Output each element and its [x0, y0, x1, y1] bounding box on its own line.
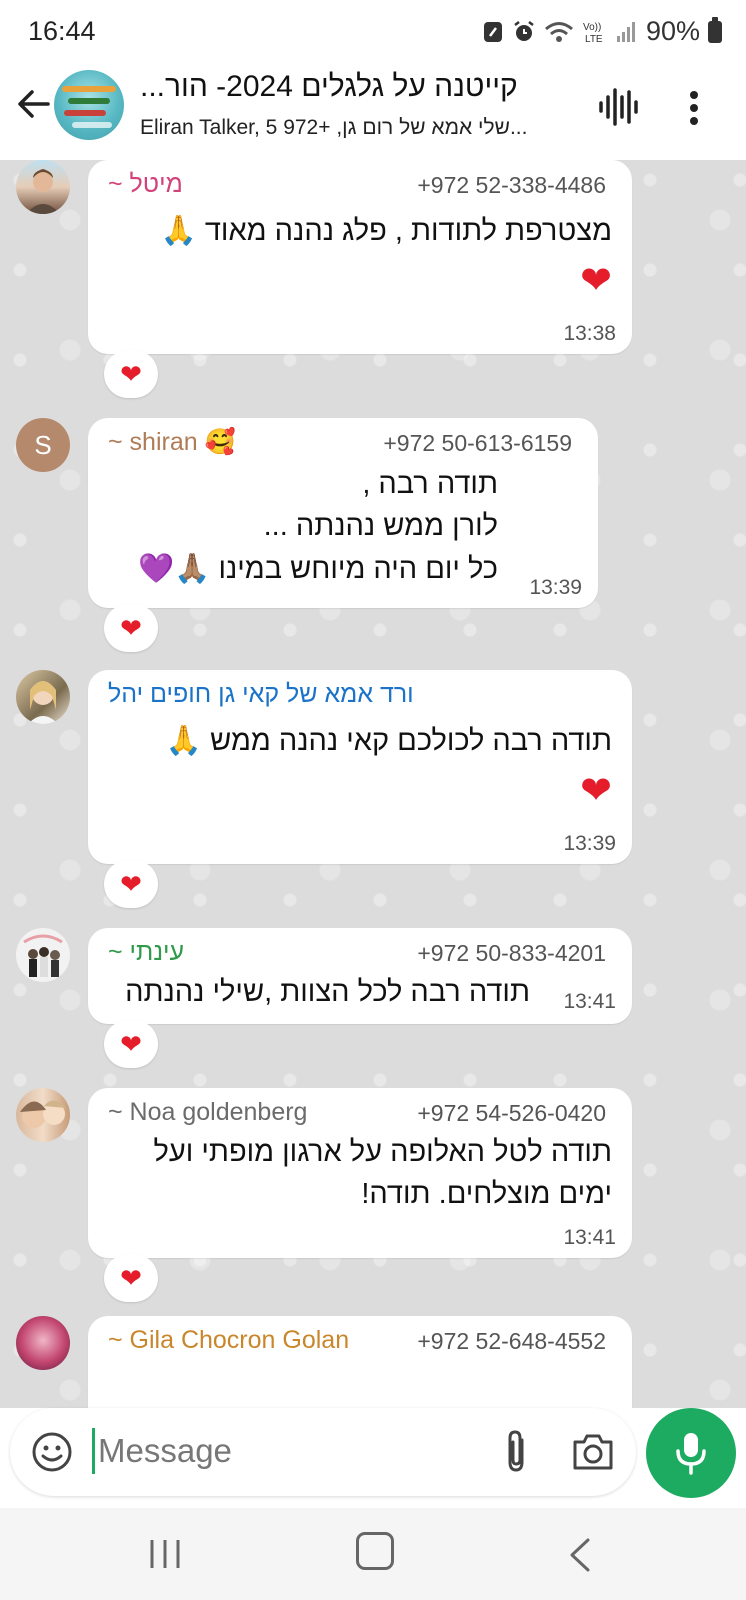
reaction-pill[interactable]: ❤ [104, 350, 158, 398]
avatar[interactable] [16, 1088, 70, 1142]
message-input[interactable]: Message [10, 1408, 636, 1496]
message-text: תודה לטל האלופה על ארגון מופתי ועל [153, 1136, 612, 1168]
recents-icon[interactable] [148, 1538, 182, 1570]
volte-icon: Vo))LTE [583, 22, 603, 44]
message-bubble[interactable]: ~ shiran 🥰 +972 50-613-6159 תודה רבה , ל… [88, 418, 598, 608]
svg-text:LTE: LTE [585, 34, 603, 44]
heart-reaction: ❤ [120, 613, 142, 643]
status-icons: Vo)) LTE 90% [482, 16, 722, 47]
heart-reaction: ❤ [120, 1029, 142, 1059]
avatar[interactable]: S [16, 418, 70, 472]
sender-phone: +972 54-526-0420 [417, 1100, 606, 1126]
sender-phone: +972 52-648-4552 [417, 1328, 606, 1354]
signal-icon [616, 21, 635, 42]
group-avatar[interactable] [54, 70, 124, 140]
avatar[interactable] [16, 160, 70, 214]
wifi-icon [544, 21, 573, 42]
reaction-pill[interactable]: ❤ [104, 1254, 158, 1302]
message-text: כל יום היה מיוחש במינו 🙏🏽💜 [138, 553, 498, 585]
message-bubble[interactable]: ~ Noa goldenberg +972 54-526-0420 תודה ל… [88, 1088, 632, 1258]
svg-text:Vo)): Vo)) [583, 22, 601, 33]
chat-area[interactable]: ~ מיטל +972 52-338-4486 מצטרפת לתודות , … [0, 160, 746, 1408]
sender-name[interactable]: ~ shiran 🥰 [108, 428, 236, 457]
sender-phone: +972 52-338-4486 [417, 172, 606, 198]
heart-reaction: ❤ [120, 869, 142, 899]
app-notification-icon [483, 21, 502, 42]
alarm-icon [514, 20, 534, 41]
message-time: 13:41 [563, 990, 616, 1013]
sender-name[interactable]: ורד אמא של קאי גן חופים יהל [108, 680, 414, 709]
more-options-icon[interactable] [684, 86, 704, 130]
reaction-pill[interactable]: ❤ [104, 860, 158, 908]
avatar[interactable] [16, 1316, 70, 1370]
microphone-icon [676, 1433, 706, 1475]
status-time: 16:44 [28, 16, 96, 46]
message-time: 13:41 [563, 1226, 616, 1249]
message-text: תודה רבה לכל הצוות ,שילי נהנתה [125, 976, 530, 1008]
message-bubble[interactable]: ~ Gila Chocron Golan +972 52-648-4552 [88, 1316, 632, 1408]
heart-reaction: ❤ [120, 1263, 142, 1293]
message-bubble[interactable]: ~ עינתי +972 50-833-4201 תודה רבה לכל הצ… [88, 928, 632, 1024]
chat-participants[interactable]: Eliran Talker, שלי אמא של רום גן, +972 5… [140, 116, 572, 140]
message-text: לורן ממש נהנתה ... [263, 510, 498, 542]
message-placeholder[interactable]: Message [98, 1432, 232, 1470]
heart-emoji: ❤ [580, 260, 612, 302]
nav-back-icon[interactable] [568, 1538, 592, 1572]
back-arrow-icon[interactable] [14, 84, 54, 124]
message-time: 13:39 [563, 832, 616, 855]
sender-name[interactable]: ~ Noa goldenberg [108, 1098, 307, 1127]
heart-emoji: ❤ [580, 770, 612, 812]
voice-record-button[interactable] [646, 1408, 736, 1498]
sender-name[interactable]: ~ Gila Chocron Golan [108, 1326, 349, 1355]
sender-name[interactable]: ~ עינתי [108, 938, 184, 967]
message-bubble[interactable]: ~ מיטל +972 52-338-4486 מצטרפת לתודות , … [88, 160, 632, 354]
sender-name[interactable]: ~ מיטל [108, 170, 183, 199]
battery-icon [708, 16, 722, 43]
message-bubble[interactable]: ורד אמא של קאי גן חופים יהל תודה רבה לכו… [88, 670, 632, 864]
message-text: תודה רבה , [362, 468, 498, 500]
avatar[interactable] [16, 670, 70, 724]
reaction-pill[interactable]: ❤ [104, 604, 158, 652]
battery-percent: 90% [645, 16, 700, 46]
message-time: 13:39 [529, 576, 582, 599]
voice-chat-icon[interactable] [596, 84, 642, 130]
reaction-pill[interactable]: ❤ [104, 1020, 158, 1068]
avatar[interactable] [16, 928, 70, 982]
camera-icon[interactable] [570, 1430, 616, 1474]
chat-header: קייטנה על גלגלים 2024- הור... Eliran Tal… [0, 62, 746, 160]
text-caret [92, 1428, 95, 1474]
message-time: 13:38 [563, 322, 616, 345]
sender-phone: +972 50-833-4201 [417, 940, 606, 966]
chat-title[interactable]: קייטנה על גלגלים 2024- הור... [140, 70, 572, 104]
emoji-icon[interactable] [30, 1430, 74, 1474]
heart-reaction: ❤ [120, 359, 142, 389]
paperclip-icon[interactable] [498, 1428, 534, 1476]
sender-phone: +972 50-613-6159 [383, 430, 572, 456]
home-icon[interactable] [356, 1532, 394, 1570]
input-bar: Message [0, 1408, 746, 1508]
message-text: תודה רבה לכולכם קאי נהנה ממש 🙏 [165, 725, 612, 757]
message-text: מצטרפת לתודות , פלג נהנה מאוד 🙏 [160, 215, 612, 247]
system-nav-bar [0, 1508, 746, 1600]
status-bar: 16:44 Vo)) LTE 90% [0, 0, 746, 62]
message-text: ימים מוצלחים. תודה! [361, 1178, 612, 1210]
